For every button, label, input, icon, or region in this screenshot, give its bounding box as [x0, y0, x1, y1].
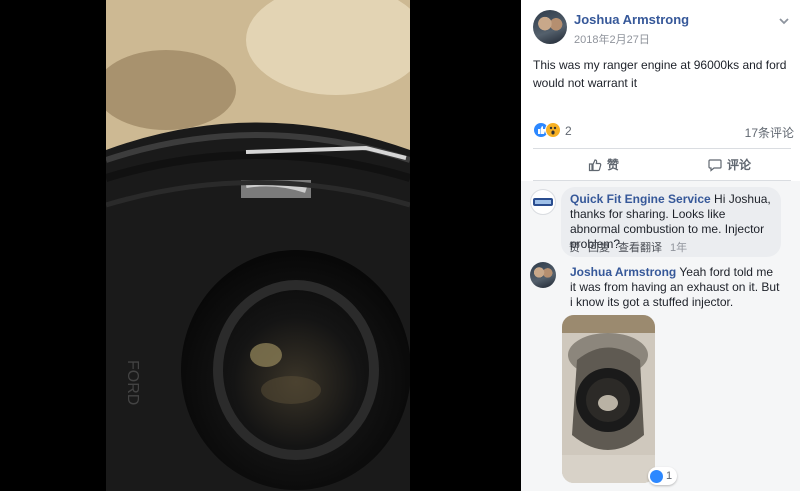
- see-translation-link[interactable]: 查看翻译: [618, 239, 662, 255]
- post-text: This was my ranger engine at 96000ks and…: [533, 58, 787, 90]
- speech-bubble-icon: [708, 158, 722, 172]
- svg-text:FORD: FORD: [124, 360, 141, 405]
- like-button[interactable]: 赞: [588, 156, 619, 173]
- thumbs-up-icon: [588, 158, 602, 171]
- chevron-down-icon[interactable]: [777, 14, 791, 28]
- comment-list: Quick Fit Engine Service Hi Joshua, than…: [521, 181, 800, 491]
- comment-author[interactable]: Quick Fit Engine Service: [570, 192, 711, 206]
- action-bar: 赞 评论: [533, 148, 791, 181]
- piston-illustration: FORD: [106, 0, 410, 491]
- quick-fit-logo-icon: [533, 198, 553, 206]
- wow-reaction-icon: [545, 122, 561, 138]
- commenter-avatar[interactable]: [530, 189, 556, 215]
- comment-button[interactable]: 评论: [708, 156, 751, 173]
- comment-like-link[interactable]: 赞: [569, 239, 580, 255]
- post-header: Joshua Armstrong 2018年2月27日: [533, 10, 795, 46]
- photo-reaction-count: 1: [666, 470, 673, 482]
- photo-reaction-badge[interactable]: 1: [648, 467, 678, 485]
- post-panel: Joshua Armstrong 2018年2月27日 This was my …: [521, 0, 800, 491]
- commenter-avatar[interactable]: [530, 262, 556, 288]
- photo-viewer: FORD: [0, 0, 521, 491]
- comment-author[interactable]: Joshua Armstrong: [570, 265, 676, 279]
- engine-piston-photo[interactable]: FORD: [106, 0, 410, 491]
- comment-meta: 赞 回复 查看翻译 1年: [569, 239, 687, 255]
- comment-time[interactable]: 1年: [670, 239, 687, 255]
- comment-label: 评论: [727, 158, 752, 172]
- comment-bubble: Joshua Armstrong Yeah ford told me it wa…: [561, 260, 791, 315]
- comment-count[interactable]: 17条评论: [745, 124, 794, 141]
- piston-top-photo: [562, 315, 655, 483]
- like-reaction-icon: [650, 469, 663, 483]
- reaction-count: 2: [565, 124, 572, 138]
- post-timestamp[interactable]: 2018年2月27日: [574, 31, 650, 47]
- author-name[interactable]: Joshua Armstrong: [574, 12, 689, 27]
- comment-reply-link[interactable]: 回复: [588, 239, 610, 255]
- author-avatar[interactable]: [533, 10, 567, 44]
- comment-photo[interactable]: [562, 315, 655, 483]
- like-label: 赞: [607, 158, 620, 172]
